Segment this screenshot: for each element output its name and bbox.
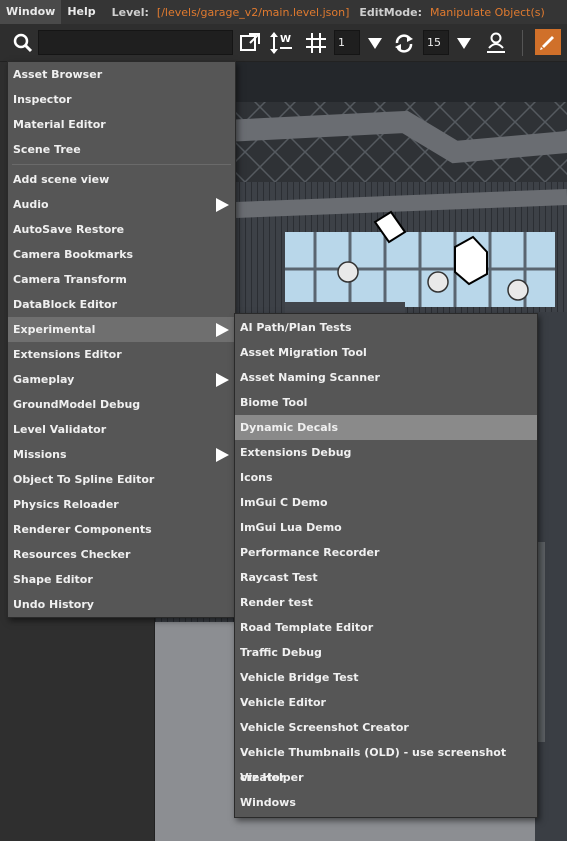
submenu-item-performance-recorder[interactable]: Performance Recorder <box>235 540 537 565</box>
menu-item-renderer-components[interactable]: Renderer Components <box>8 517 235 542</box>
rotate-snap-icon[interactable] <box>391 30 417 56</box>
menubar: Window Help Level: [/levels/garage_v2/ma… <box>0 0 567 24</box>
submenu-item-imgui-lua-demo[interactable]: ImGui Lua Demo <box>235 515 537 540</box>
menu-item-groundmodel-debug[interactable]: GroundModel Debug <box>8 392 235 417</box>
axis-local-icon[interactable]: W <box>268 30 294 56</box>
menu-item-camera-transform[interactable]: Camera Transform <box>8 267 235 292</box>
menu-item-experimental[interactable]: Experimental <box>8 317 235 342</box>
submenu-item-windows[interactable]: Windows <box>235 790 537 815</box>
menu-item-asset-browser[interactable]: Asset Browser <box>8 62 235 87</box>
submenu-item-asset-naming-scanner[interactable]: Asset Naming Scanner <box>235 365 537 390</box>
menu-item-datablock-editor[interactable]: DataBlock Editor <box>8 292 235 317</box>
search-input[interactable] <box>38 30 233 55</box>
dropdown-icon[interactable] <box>451 30 477 56</box>
fit-view-icon[interactable] <box>237 30 263 56</box>
pencil-icon[interactable] <box>535 29 561 55</box>
menu-separator <box>12 162 231 165</box>
submenu-item-render-test[interactable]: Render test <box>235 590 537 615</box>
menu-item-level-validator[interactable]: Level Validator <box>8 417 235 442</box>
submenu-item-traffic-debug[interactable]: Traffic Debug <box>235 640 537 665</box>
grid-snap-icon[interactable] <box>303 30 329 56</box>
rotate-snap-field[interactable]: 15 <box>423 30 449 55</box>
menu-item-shape-editor[interactable]: Shape Editor <box>8 567 235 592</box>
menu-item-label: Missions <box>13 448 67 461</box>
submenu-item-road-template-editor[interactable]: Road Template Editor <box>235 615 537 640</box>
menu-item-extensions-editor[interactable]: Extensions Editor <box>8 342 235 367</box>
submenu-arrow-icon <box>216 373 229 387</box>
submenu-item-dynamic-decals[interactable]: Dynamic Decals <box>235 415 537 440</box>
submenu-item-imgui-c-demo[interactable]: ImGui C Demo <box>235 490 537 515</box>
menu-item-autosave-restore[interactable]: AutoSave Restore <box>8 217 235 242</box>
snap-value-field[interactable]: 1 <box>334 30 360 55</box>
submenu-item-vehicle-thumbnails-old[interactable]: Vehicle Thumbnails (OLD) - use screensho… <box>235 740 537 784</box>
toolbar-separator <box>522 30 523 56</box>
menu-item-audio[interactable]: Audio <box>8 192 235 217</box>
submenu-arrow-icon <box>216 448 229 462</box>
menu-item-label: Gameplay <box>13 373 75 386</box>
submenu-item-icons[interactable]: Icons <box>235 465 537 490</box>
submenu-item-asset-migration-tool[interactable]: Asset Migration Tool <box>235 340 537 365</box>
menu-item-gameplay[interactable]: Gameplay <box>8 367 235 392</box>
level-value: [/levels/garage_v2/main.level.json] <box>156 5 350 19</box>
submenu-item-viz-helper[interactable]: Viz Helper <box>235 765 537 790</box>
menu-help[interactable]: Help <box>61 0 101 24</box>
toolbar: W 1 15 <box>0 24 567 62</box>
submenu-item-biome-tool[interactable]: Biome Tool <box>235 390 537 415</box>
submenu-item-vehicle-editor[interactable]: Vehicle Editor <box>235 690 537 715</box>
submenu-arrow-icon <box>216 323 229 337</box>
menu-item-physics-reloader[interactable]: Physics Reloader <box>8 492 235 517</box>
menu-item-scene-tree[interactable]: Scene Tree <box>8 137 235 162</box>
editmode-label: EditMode: <box>359 5 423 19</box>
submenu-item-vehicle-bridge-test[interactable]: Vehicle Bridge Test <box>235 665 537 690</box>
dropdown-icon[interactable] <box>362 30 388 56</box>
menu-item-object-to-spline-editor[interactable]: Object To Spline Editor <box>8 467 235 492</box>
menu-item-label: Experimental <box>13 323 96 336</box>
menu-item-label: Audio <box>13 198 49 211</box>
editmode-value: Manipulate Object(s) <box>430 5 545 19</box>
menu-item-camera-bookmarks[interactable]: Camera Bookmarks <box>8 242 235 267</box>
menu-item-material-editor[interactable]: Material Editor <box>8 112 235 137</box>
svg-text:W: W <box>280 34 291 45</box>
menu-item-missions[interactable]: Missions <box>8 442 235 467</box>
menu-item-inspector[interactable]: Inspector <box>8 87 235 112</box>
experimental-submenu: AI Path/Plan Tests Asset Migration Tool … <box>234 313 538 818</box>
level-label: Level: <box>111 5 149 19</box>
user-pin-icon[interactable] <box>483 30 509 56</box>
menu-item-add-scene-view[interactable]: Add scene view <box>8 167 235 192</box>
menu-item-undo-history[interactable]: Undo History <box>8 592 235 617</box>
submenu-item-raycast-test[interactable]: Raycast Test <box>235 565 537 590</box>
menu-window[interactable]: Window <box>0 0 62 24</box>
search-icon <box>12 32 34 54</box>
submenu-item-ai-path-plan-tests[interactable]: AI Path/Plan Tests <box>235 315 537 340</box>
submenu-item-extensions-debug[interactable]: Extensions Debug <box>235 440 537 465</box>
window-menu: Asset Browser Inspector Material Editor … <box>7 61 236 618</box>
menu-item-resources-checker[interactable]: Resources Checker <box>8 542 235 567</box>
submenu-arrow-icon <box>216 198 229 212</box>
submenu-item-vehicle-screenshot-creator[interactable]: Vehicle Screenshot Creator <box>235 715 537 740</box>
